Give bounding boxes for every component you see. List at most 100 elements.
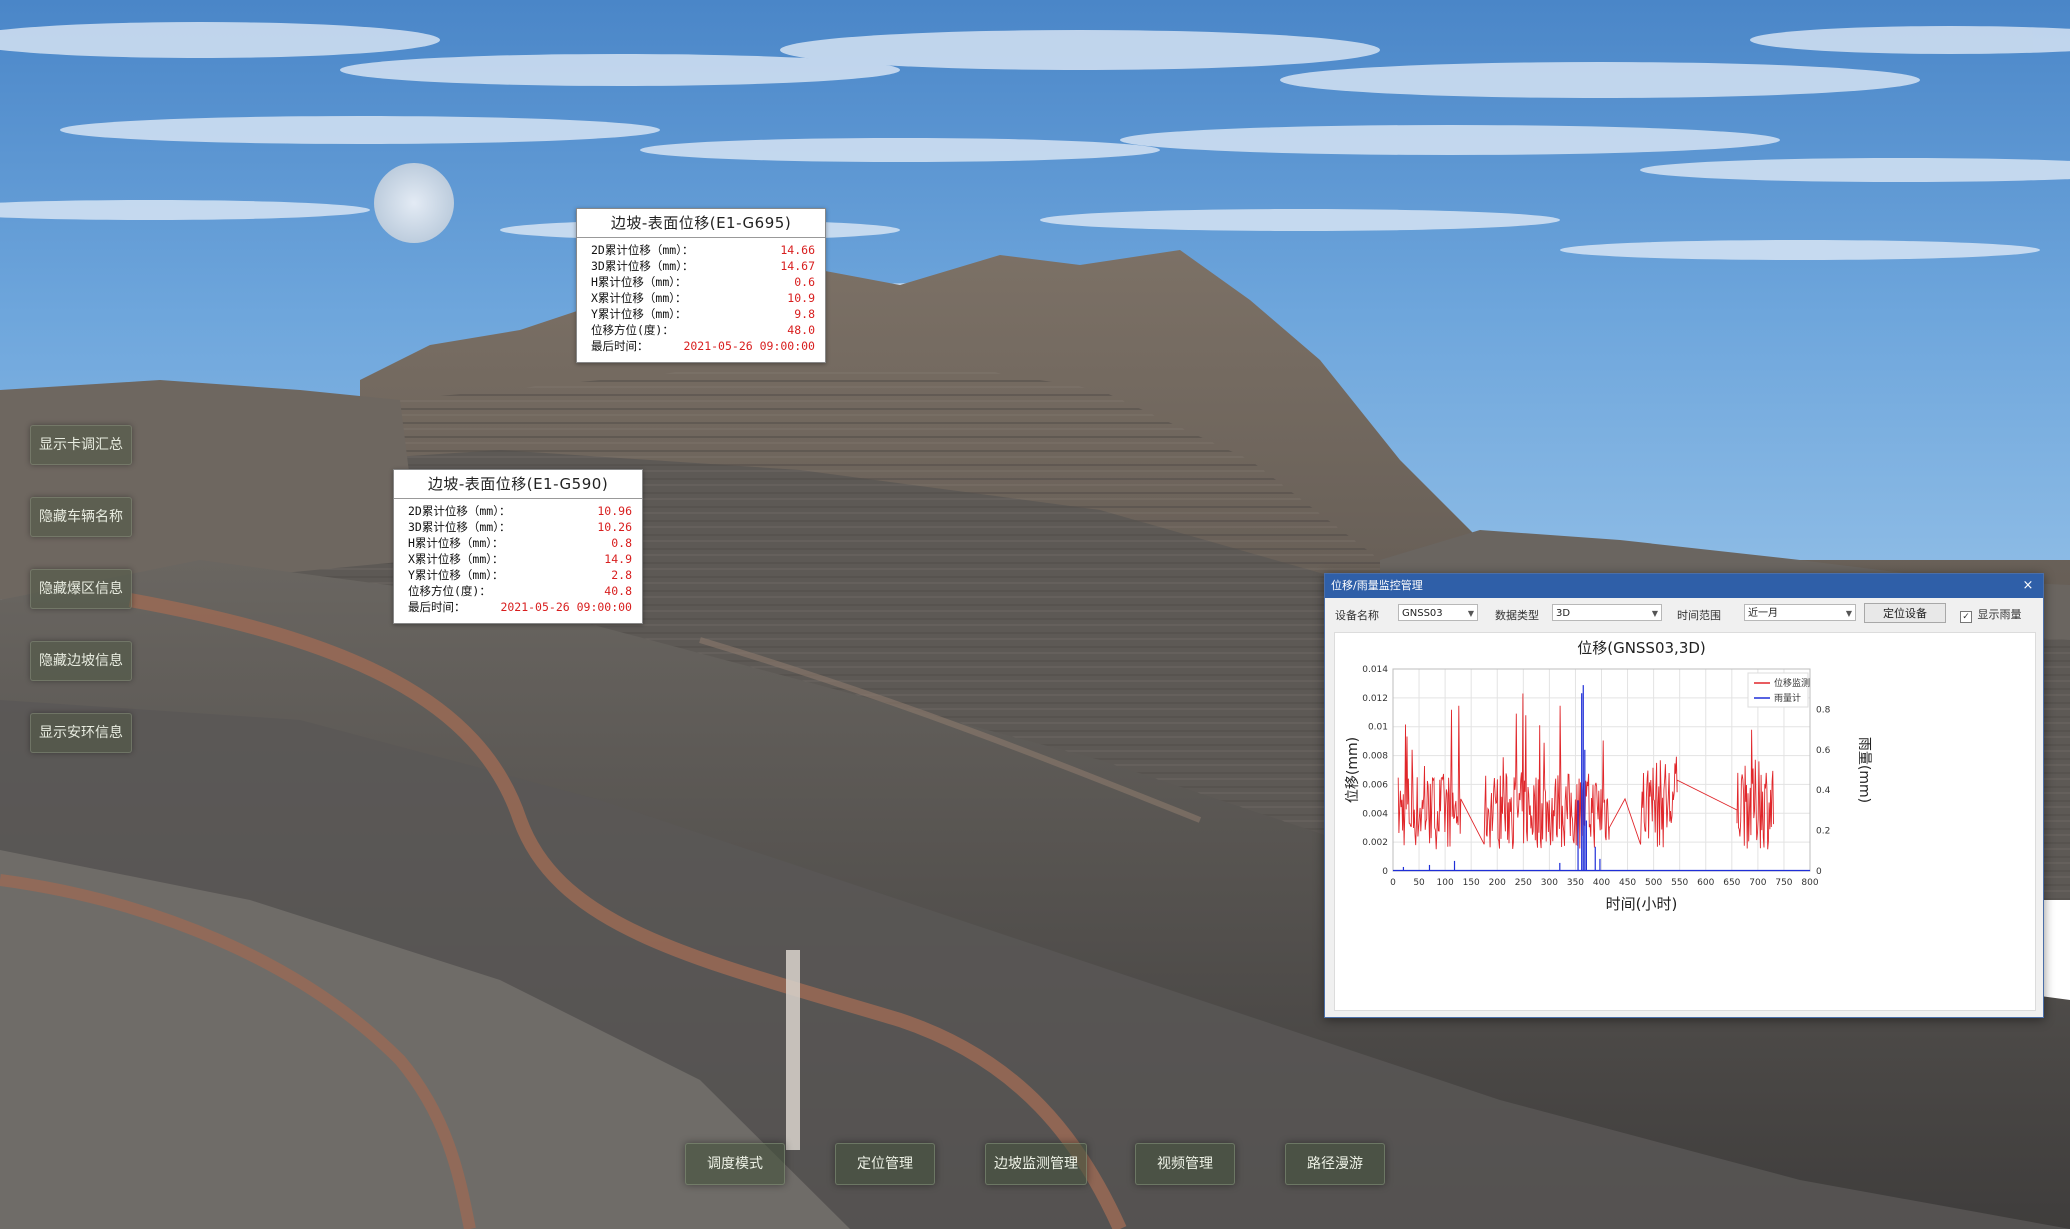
popup-row: X累计位移（mm）： 10.9 — [591, 290, 815, 306]
video-management-button[interactable]: 视频管理 — [1135, 1143, 1235, 1185]
data-type-select[interactable]: 3D ▼ — [1552, 604, 1662, 621]
chart-svg: 0 50 100 150 200 250 300 350 400 450 500 550 600 650 7… — [1345, 639, 1872, 913]
x-tick-label: 300 — [1541, 878, 1558, 888]
popup-row-label: Y累计位移（mm）： — [408, 568, 504, 582]
slope-info-popup-g590[interactable]: 边坡-表面位移(E1-G590) 2D累计位移（mm）： 10.96 3D累计位移（… — [393, 469, 643, 624]
popup-row-label: 位移方位(度)： — [591, 323, 674, 337]
x-tick-label: 350 — [1567, 878, 1584, 888]
popup-row-value: 0.8 — [611, 536, 632, 550]
x-tick-label: 550 — [1671, 878, 1688, 888]
close-icon[interactable]: × — [2021, 574, 2035, 598]
data-type-label: 数据类型 — [1495, 609, 1539, 622]
popup-row-label: 位移方位(度)： — [408, 584, 491, 598]
y-tick-label: 0.012 — [1362, 694, 1388, 704]
popup-row: 最后时间： 2021-05-26 09:00:00 — [591, 338, 815, 354]
show-safety-env-info-button[interactable]: 显示安环信息 — [30, 713, 132, 753]
popup-row-value: 10.96 — [597, 504, 632, 518]
legend-label-rainfall: 雨量计 — [1774, 692, 1801, 704]
popup-row-label: X累计位移（mm）： — [408, 552, 504, 566]
y2-tick-label: 0 — [1816, 867, 1822, 877]
y-tick-label: 0.01 — [1368, 723, 1388, 733]
popup-row: 3D累计位移（mm）： 14.67 — [591, 258, 815, 274]
y-tick-label: 0.008 — [1362, 752, 1388, 762]
x-tick-label: 800 — [1801, 878, 1818, 888]
x-tick-label: 150 — [1463, 878, 1480, 888]
popup-row: 最后时间： 2021-05-26 09:00:00 — [408, 599, 632, 615]
show-dispatch-summary-button[interactable]: 显示卡调汇总 — [30, 425, 132, 465]
popup-row: H累计位移（mm）： 0.8 — [408, 535, 632, 551]
x-axis-label: 时间(小时) — [1606, 895, 1678, 913]
popup-row-value: 10.9 — [787, 291, 815, 305]
device-select[interactable]: GNSS03 ▼ — [1398, 604, 1478, 621]
x-tick-label: 250 — [1515, 878, 1532, 888]
popup-row-label: Y累计位移（mm）： — [591, 307, 687, 321]
displacement-rainfall-dialog[interactable]: 位移/雨量监控管理 × 设备名称 GNSS03 ▼ 数据类型 3D ▼ 时间范围… — [1324, 573, 2044, 1018]
y-tick-label: 0.004 — [1362, 809, 1388, 819]
y2-tick-label: 0.4 — [1816, 786, 1831, 796]
popup-row: X累计位移（mm）： 14.9 — [408, 551, 632, 567]
slope-info-popup-g695[interactable]: 边坡-表面位移(E1-G695) 2D累计位移（mm）： 14.66 3D累计位移（… — [576, 208, 826, 363]
popup-row-value: 10.26 — [597, 520, 632, 534]
y-tick-label: 0.006 — [1362, 780, 1388, 790]
x-tick-label: 600 — [1697, 878, 1714, 888]
popup-row: 2D累计位移（mm）： 10.96 — [408, 503, 632, 519]
slope-monitoring-management-button[interactable]: 边坡监测管理 — [985, 1143, 1087, 1185]
chevron-down-icon: ▼ — [1651, 609, 1658, 618]
popup-row-value: 0.6 — [794, 275, 815, 289]
chevron-down-icon: ▼ — [1467, 609, 1474, 618]
show-rainfall-checkbox[interactable]: ✓ 显示雨量 — [1960, 606, 2022, 623]
x-tick-label: 700 — [1749, 878, 1766, 888]
time-range-label: 时间范围 — [1677, 609, 1721, 622]
popup-row-label: 2D累计位移（mm）： — [408, 504, 511, 518]
legend-label-displacement: 位移监测 — [1774, 677, 1810, 689]
popup-row-label: 最后时间： — [408, 600, 466, 614]
y-tick-label: 0.002 — [1362, 838, 1388, 848]
popup-row: Y累计位移（mm）： 2.8 — [408, 567, 632, 583]
popup-row-value: 14.9 — [604, 552, 632, 566]
path-roaming-button[interactable]: 路径漫游 — [1285, 1143, 1385, 1185]
hide-vehicle-names-button[interactable]: 隐藏车辆名称 — [30, 497, 132, 537]
y2-tick-label: 0.8 — [1816, 705, 1831, 715]
chart-title: 位移(GNSS03,3D) — [1577, 639, 1706, 657]
popup-row-label: 3D累计位移（mm）： — [408, 520, 511, 534]
hide-blast-zone-info-button[interactable]: 隐藏爆区信息 — [30, 569, 132, 609]
y2-tick-label: 0.6 — [1816, 746, 1831, 756]
dialog-toolbar: 设备名称 GNSS03 ▼ 数据类型 3D ▼ 时间范围 近一月 ▼ 定位设备 … — [1325, 598, 2043, 628]
x-tick-label: 200 — [1489, 878, 1506, 888]
popup-title: 边坡-表面位移(E1-G695) — [577, 209, 825, 238]
x-tick-label: 400 — [1593, 878, 1610, 888]
popup-row: 3D累计位移（mm）： 10.26 — [408, 519, 632, 535]
popup-row-value: 14.67 — [780, 259, 815, 273]
popup-row-label: 2D累计位移（mm）： — [591, 243, 694, 257]
popup-row-value: 14.66 — [780, 243, 815, 257]
dialog-titlebar[interactable]: 位移/雨量监控管理 × — [1325, 574, 2043, 598]
popup-row: 2D累计位移（mm）： 14.66 — [591, 242, 815, 258]
popup-row-value: 9.8 — [794, 307, 815, 321]
chevron-down-icon: ▼ — [1845, 609, 1852, 618]
y-axis-label: 位移(mm) — [1345, 737, 1361, 803]
y-tick-label: 0.014 — [1362, 665, 1388, 675]
dispatch-mode-button[interactable]: 调度模式 — [685, 1143, 785, 1185]
y2-axis-label: 雨量(mm) — [1856, 737, 1872, 803]
popup-row-label: X累计位移（mm）： — [591, 291, 687, 305]
x-tick-label: 50 — [1413, 878, 1425, 888]
popup-row-value: 2021-05-26 09:00:00 — [500, 600, 632, 614]
positioning-management-button[interactable]: 定位管理 — [835, 1143, 935, 1185]
time-range-select-value: 近一月 — [1748, 608, 1778, 619]
popup-row-value: 48.0 — [787, 323, 815, 337]
locate-device-button[interactable]: 定位设备 — [1864, 603, 1946, 623]
checkbox-box[interactable]: ✓ — [1960, 611, 1972, 623]
dialog-title: 位移/雨量监控管理 — [1331, 579, 1423, 592]
x-tick-label: 0 — [1390, 878, 1396, 888]
popup-row-label: H累计位移（mm）： — [408, 536, 504, 550]
x-tick-label: 100 — [1437, 878, 1454, 888]
device-label: 设备名称 — [1335, 609, 1379, 622]
x-tick-label: 450 — [1619, 878, 1636, 888]
popup-row-label: H累计位移（mm）： — [591, 275, 687, 289]
hide-slope-info-button[interactable]: 隐藏边坡信息 — [30, 641, 132, 681]
time-range-select[interactable]: 近一月 ▼ — [1744, 604, 1856, 621]
popup-row-label: 3D累计位移（mm）： — [591, 259, 694, 273]
x-tick-label: 500 — [1645, 878, 1662, 888]
popup-title: 边坡-表面位移(E1-G590) — [394, 470, 642, 499]
show-rainfall-label: 显示雨量 — [1977, 608, 2022, 621]
